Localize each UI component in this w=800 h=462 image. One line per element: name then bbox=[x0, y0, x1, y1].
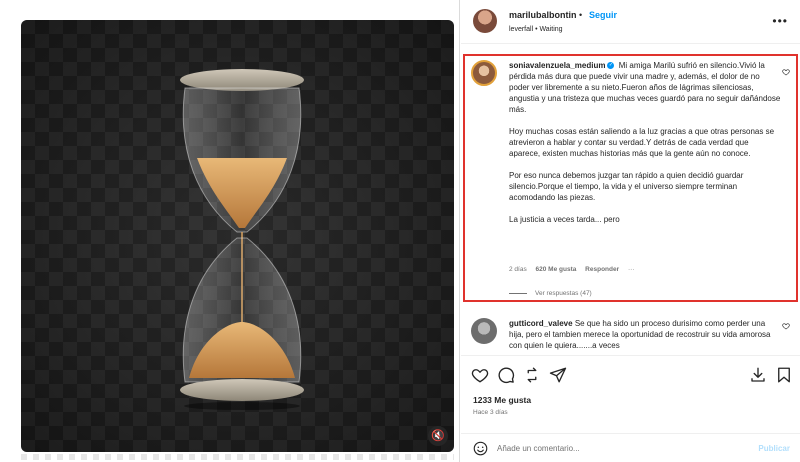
comment-time[interactable]: 2 días bbox=[509, 266, 527, 273]
publish-button[interactable]: Publicar bbox=[758, 444, 790, 453]
comment-icon[interactable] bbox=[497, 366, 515, 384]
comment-meta: 2 días 620 Me gusta Responder ··· bbox=[509, 266, 641, 273]
instagram-post-view: 🔇 marilubalbontin • Seguir leverfall • W… bbox=[0, 0, 800, 462]
emoji-icon[interactable] bbox=[473, 441, 488, 456]
post-time: Hace 3 días bbox=[473, 409, 508, 416]
view-replies-label: Ver respuestas (47) bbox=[535, 290, 592, 297]
reply-button[interactable]: Responder bbox=[585, 266, 619, 273]
audio-track[interactable]: leverfall • Waiting bbox=[509, 26, 563, 33]
comment-more-icon[interactable]: ··· bbox=[628, 266, 635, 273]
post-header: marilubalbontin • Seguir leverfall • Wai… bbox=[461, 0, 800, 44]
author-avatar[interactable] bbox=[473, 9, 497, 33]
separator-dot: • bbox=[579, 10, 583, 20]
comment-like-heart-icon[interactable] bbox=[782, 68, 790, 76]
comment-paragraph: Por eso nunca debemos juzgar tan rápido … bbox=[509, 171, 744, 202]
replies-line bbox=[509, 292, 527, 294]
verified-badge-icon: ✓ bbox=[607, 62, 615, 70]
hourglass-image bbox=[180, 69, 304, 410]
comment-paragraph: Hoy muchas cosas están saliendo a la luz… bbox=[509, 127, 775, 158]
author-username[interactable]: marilubalbontin bbox=[509, 10, 577, 20]
comment-body: soniavalenzuela_medium ✓ Mi amiga Marilú … bbox=[509, 60, 781, 225]
heart-icon[interactable] bbox=[471, 366, 489, 384]
post-details-panel: marilubalbontin • Seguir leverfall • Wai… bbox=[461, 0, 800, 462]
comment-input[interactable] bbox=[497, 440, 737, 457]
commenter-username[interactable]: gutticord_valeve bbox=[509, 319, 573, 328]
muted-speaker-icon[interactable]: 🔇 bbox=[428, 426, 448, 446]
comment-likes[interactable]: 620 Me gusta bbox=[536, 266, 577, 273]
bookmark-icon[interactable] bbox=[775, 366, 793, 384]
post-likes[interactable]: 1233 Me gusta bbox=[473, 395, 531, 405]
repost-icon[interactable] bbox=[523, 366, 541, 384]
comment-bar: Publicar bbox=[461, 433, 800, 462]
post-video[interactable]: 🔇 bbox=[21, 20, 454, 452]
more-horizontal-icon[interactable]: ••• bbox=[772, 14, 788, 28]
follow-button[interactable]: Seguir bbox=[589, 10, 617, 20]
comment-like-heart-icon[interactable] bbox=[782, 322, 790, 330]
view-replies-button[interactable]: Ver respuestas (47) bbox=[509, 290, 592, 297]
commenter-username[interactable]: soniavalenzuela_medium bbox=[509, 61, 605, 70]
commenter-avatar[interactable] bbox=[471, 60, 497, 86]
comment-paragraph: La justicia a veces tarda... pero bbox=[509, 215, 620, 224]
post-actions: 1233 Me gusta Hace 3 días Publicar bbox=[461, 355, 800, 462]
share-icon[interactable] bbox=[549, 366, 567, 384]
media-pane: 🔇 bbox=[0, 0, 460, 462]
comment-body: gutticord_valeve Se que ha sido un proce… bbox=[509, 318, 781, 354]
media-progress-dots bbox=[21, 454, 454, 460]
download-icon[interactable] bbox=[749, 366, 767, 384]
commenter-avatar[interactable] bbox=[471, 318, 497, 344]
